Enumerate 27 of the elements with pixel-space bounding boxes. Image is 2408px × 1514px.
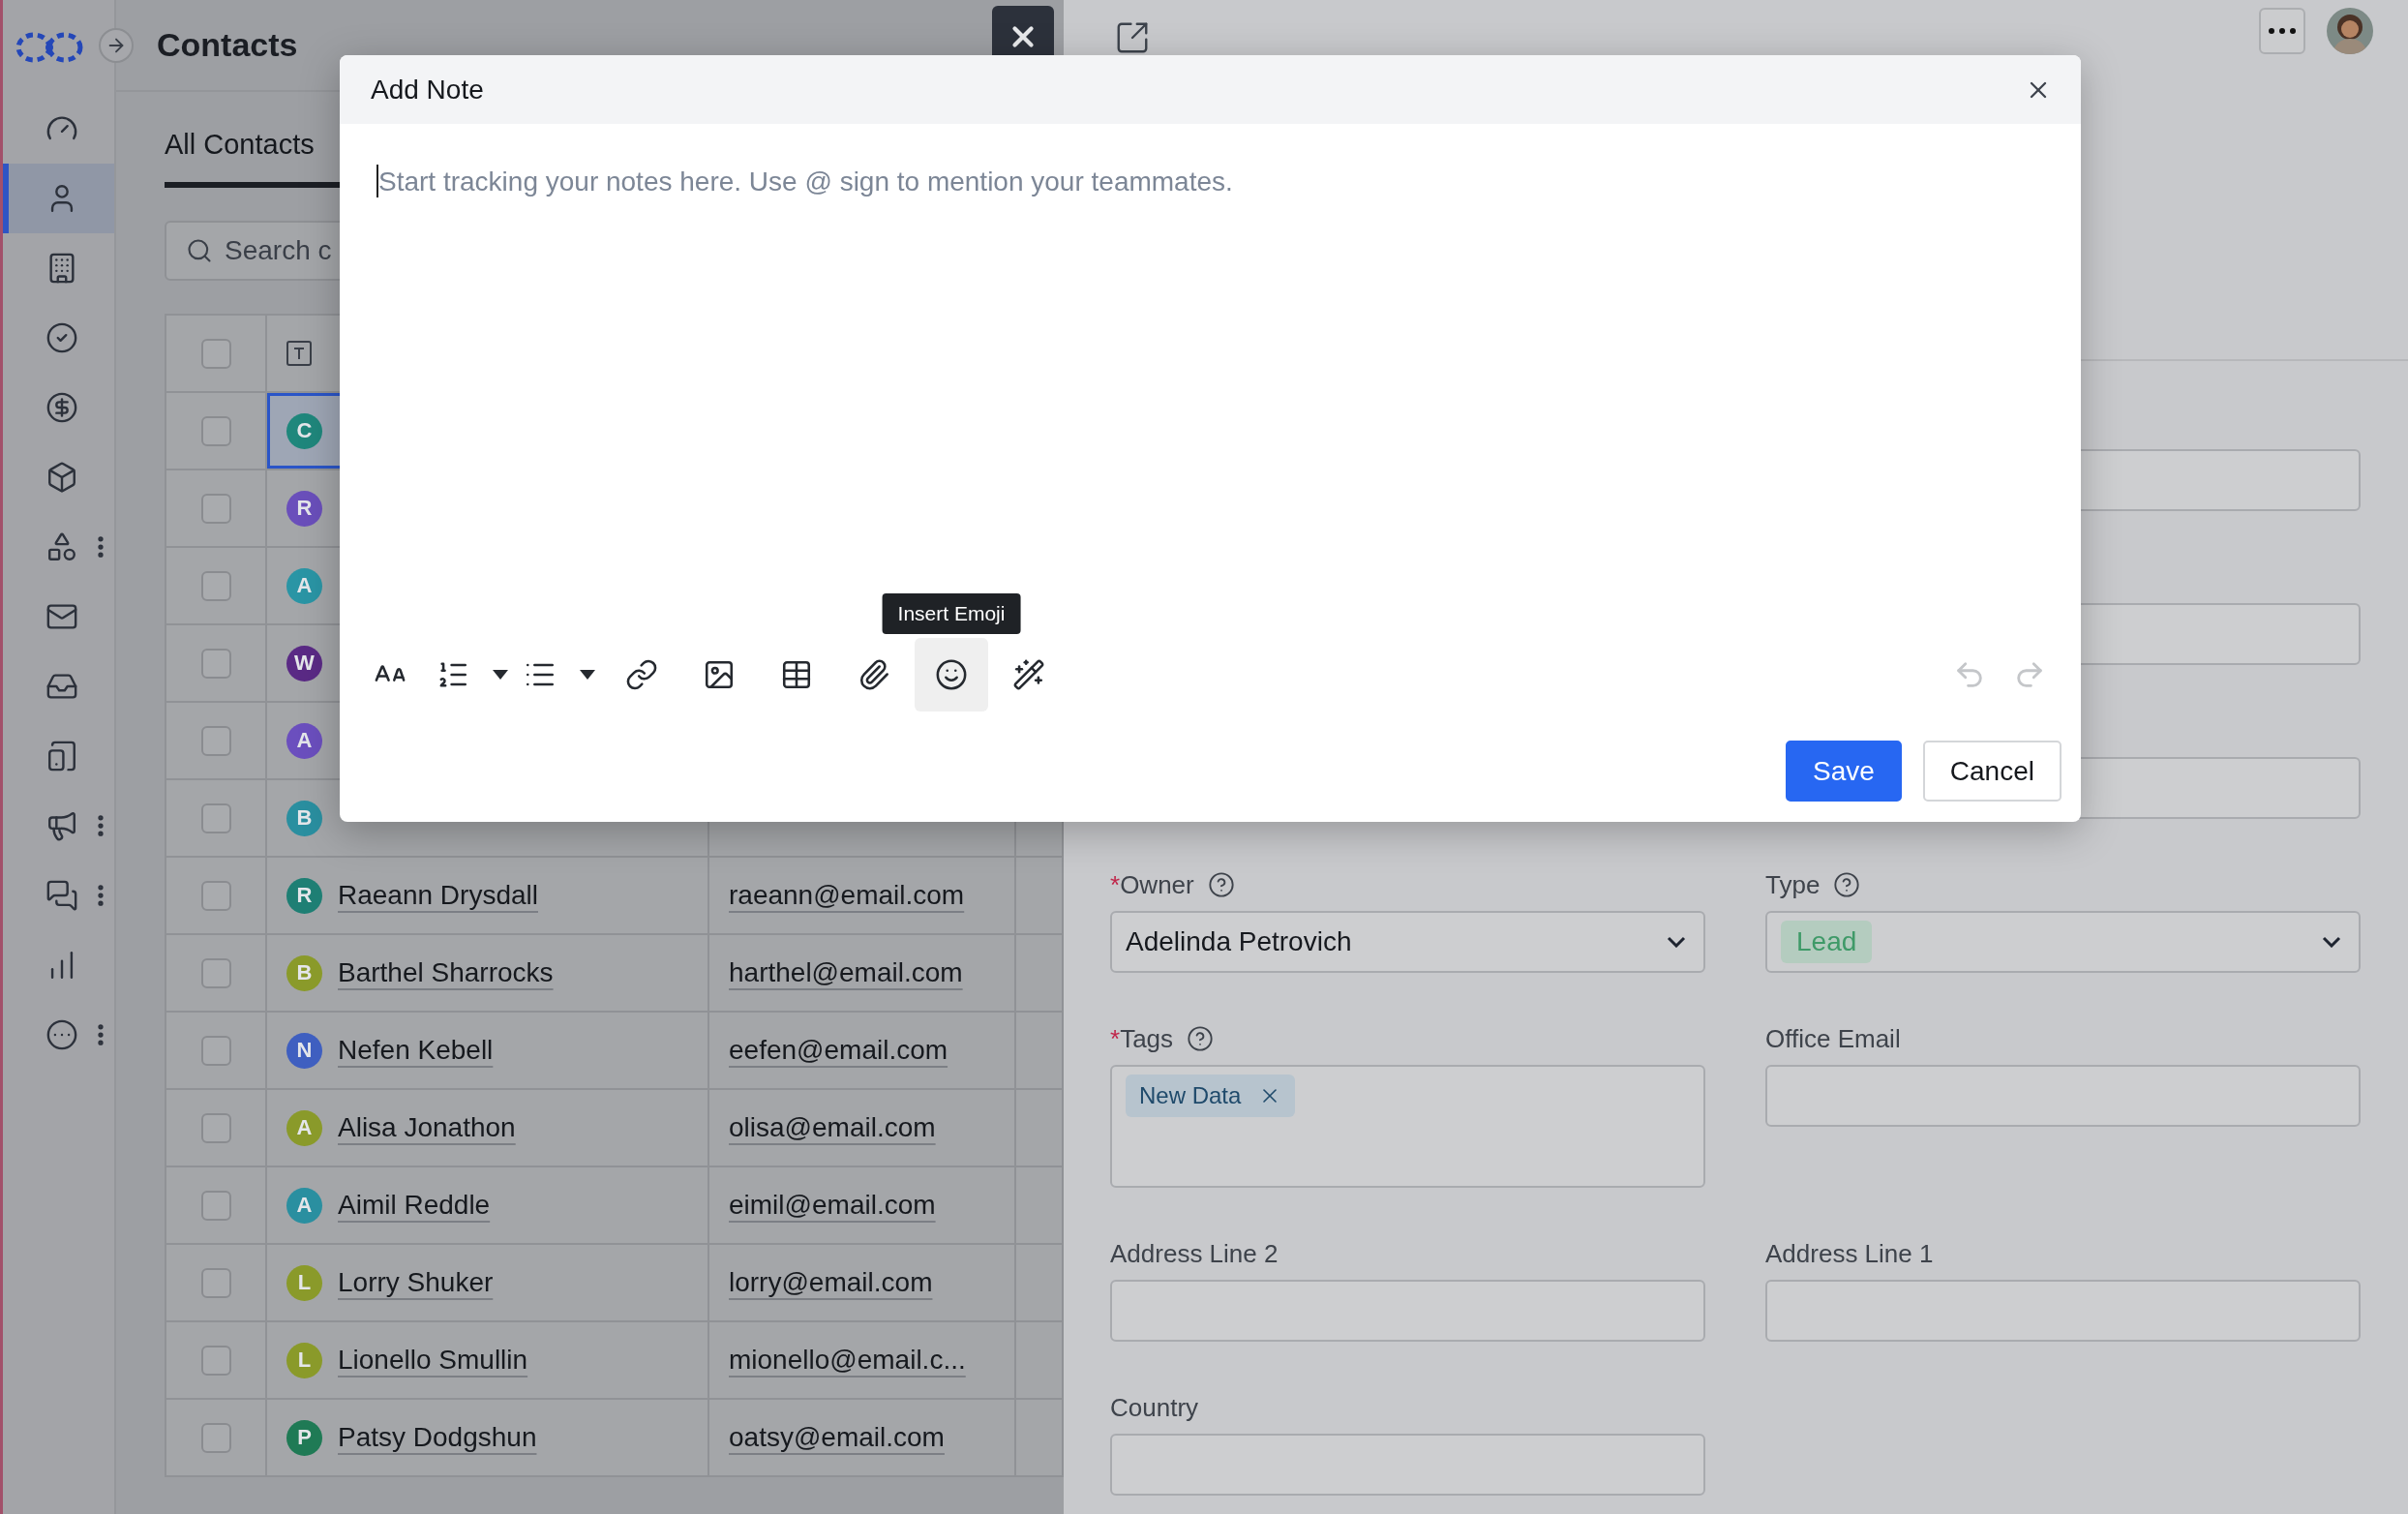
field-label: Office Email [1765, 1023, 1901, 1054]
field-label: *Owner [1110, 869, 1194, 900]
avatar: R [286, 490, 322, 527]
dialog-title: Add Note [371, 74, 484, 106]
field-label: *Tags [1110, 1023, 1174, 1054]
avatar: B [286, 800, 322, 836]
avatar: A [286, 722, 322, 759]
field-label: Country [1110, 1392, 1199, 1423]
avatar: A [286, 1187, 322, 1224]
avatar: L [286, 1264, 322, 1301]
avatar: N [286, 1032, 322, 1069]
avatar: C [286, 412, 322, 449]
select-value: Adelinda Petrovich [1126, 926, 1352, 957]
avatar: A [286, 1109, 322, 1146]
avatar: R [286, 877, 322, 914]
tooltip: Insert Emoji [882, 593, 1021, 634]
avatar: A [286, 567, 322, 604]
avatar: W [286, 645, 322, 681]
avatar: L [286, 1342, 322, 1378]
field-label: Address Line 2 [1110, 1238, 1279, 1269]
avatar: B [286, 954, 322, 991]
field-label: Address Line 1 [1765, 1238, 1934, 1269]
avatar: P [286, 1419, 322, 1456]
page-title: Contacts [157, 26, 298, 64]
field-label: Type [1765, 869, 1821, 900]
tag-chip: New Data [1126, 1075, 1296, 1117]
type-pill: Lead [1781, 921, 1873, 963]
